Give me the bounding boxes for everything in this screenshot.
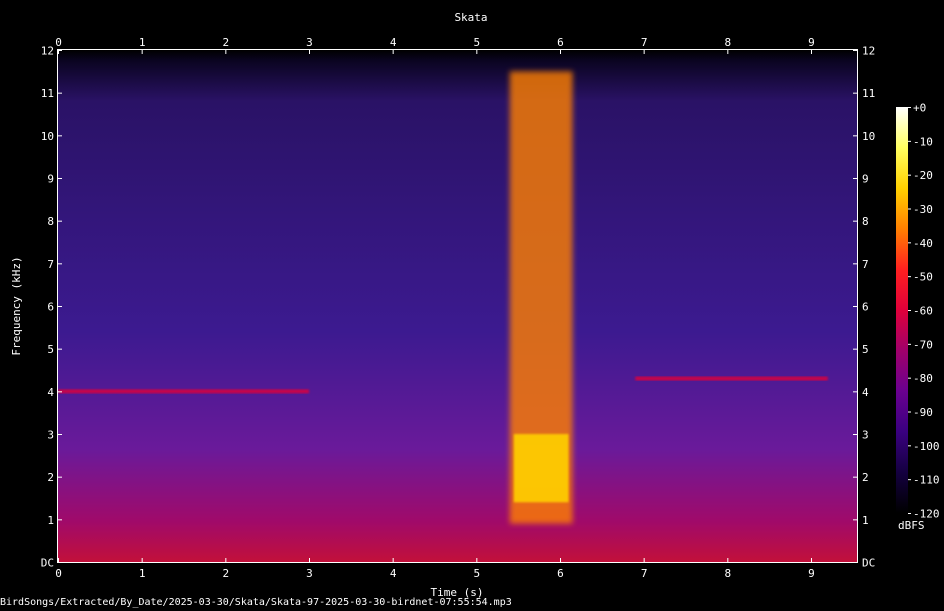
y-tick-label: 6 bbox=[47, 301, 54, 314]
x-tick-label: 4 bbox=[390, 36, 397, 49]
y-tick-label: 12 bbox=[862, 45, 875, 58]
colorbar-tick-label: -40 bbox=[913, 237, 933, 250]
x-tick-label: 7 bbox=[641, 36, 648, 49]
x-tick-label: 1 bbox=[139, 36, 146, 49]
y-tick-label: 9 bbox=[862, 173, 869, 186]
y-tick-label: 10 bbox=[41, 130, 54, 143]
y-tick-label: 4 bbox=[862, 386, 869, 399]
x-tick-label: 5 bbox=[474, 36, 481, 49]
x-tick-label: 8 bbox=[725, 567, 732, 580]
colorbar-tick-label: -20 bbox=[913, 169, 933, 182]
y-tick-label: 5 bbox=[47, 343, 54, 356]
x-tick-label: 8 bbox=[725, 36, 732, 49]
colorbar-tick-label: -50 bbox=[913, 271, 933, 284]
colorbar-tick-label: -70 bbox=[913, 338, 933, 351]
y-tick-label: DC bbox=[862, 557, 875, 570]
x-tick-label: 0 bbox=[55, 36, 62, 49]
x-tick-label: 5 bbox=[474, 567, 481, 580]
x-tick-label: 2 bbox=[223, 36, 230, 49]
harmonic-line bbox=[635, 376, 828, 381]
colorbar-tick-label: -10 bbox=[913, 135, 933, 148]
y-tick-label: 9 bbox=[47, 173, 54, 186]
colorbar-tick-label: -110 bbox=[913, 474, 940, 487]
y-tick-label: 10 bbox=[862, 130, 875, 143]
x-tick-label: 4 bbox=[390, 567, 397, 580]
file-path: BirdSongs/Extracted/By_Date/2025-03-30/S… bbox=[0, 597, 512, 608]
y-tick-label: 6 bbox=[862, 301, 869, 314]
x-tick-label: 1 bbox=[139, 567, 146, 580]
colorbar-ticks: +0-10-20-30-40-50-60-70-80-90-100-110-12… bbox=[908, 102, 940, 521]
x-tick-label: 6 bbox=[557, 36, 564, 49]
colorbar-tick-label: +0 bbox=[913, 102, 926, 115]
y-tick-label: 12 bbox=[41, 45, 54, 58]
y-tick-label: 8 bbox=[47, 215, 54, 228]
chart-title: Skata bbox=[454, 11, 487, 24]
y-tick-label: 3 bbox=[862, 429, 869, 442]
colorbar: +0-10-20-30-40-50-60-70-80-90-100-110-12… bbox=[896, 102, 940, 532]
y-tick-label: 5 bbox=[862, 343, 869, 356]
y-tick-label: DC bbox=[41, 557, 54, 570]
y-tick-label: 4 bbox=[47, 386, 54, 399]
x-tick-label: 9 bbox=[808, 36, 815, 49]
y-tick-label: 2 bbox=[862, 471, 869, 484]
x-tick-label: 3 bbox=[306, 567, 313, 580]
colorbar-tick-label: -30 bbox=[913, 203, 933, 216]
y-tick-label: 11 bbox=[862, 87, 875, 100]
y-tick-label: 7 bbox=[862, 258, 869, 271]
harmonic-line bbox=[58, 389, 309, 394]
spectrogram-chart: Skata 0123456789 0123456789 DC1234567891… bbox=[10, 11, 940, 599]
colorbar-tick-label: -80 bbox=[913, 372, 933, 385]
x-tick-label: 2 bbox=[223, 567, 230, 580]
plot-area bbox=[58, 50, 857, 562]
x-tick-label: 3 bbox=[306, 36, 313, 49]
spectrogram-background bbox=[58, 50, 857, 562]
colorbar-tick-label: -100 bbox=[913, 440, 940, 453]
x-tick-label: 0 bbox=[55, 567, 62, 580]
colorbar-label: dBFS bbox=[898, 519, 925, 532]
y-tick-label: 1 bbox=[47, 514, 54, 527]
colorbar-strip bbox=[896, 107, 908, 513]
y-tick-label: 3 bbox=[47, 429, 54, 442]
y-tick-label: 2 bbox=[47, 471, 54, 484]
y-tick-label: 1 bbox=[862, 514, 869, 527]
y-axis-label: Frequency (kHz) bbox=[10, 256, 23, 355]
x-tick-label: 6 bbox=[557, 567, 564, 580]
y-tick-label: 8 bbox=[862, 215, 869, 228]
call-peak-band bbox=[513, 434, 569, 503]
y-tick-label: 11 bbox=[41, 87, 54, 100]
x-tick-label: 9 bbox=[808, 567, 815, 580]
colorbar-tick-label: -90 bbox=[913, 406, 933, 419]
x-tick-label: 7 bbox=[641, 567, 648, 580]
y-tick-label: 7 bbox=[47, 258, 54, 271]
colorbar-tick-label: -60 bbox=[913, 305, 933, 318]
